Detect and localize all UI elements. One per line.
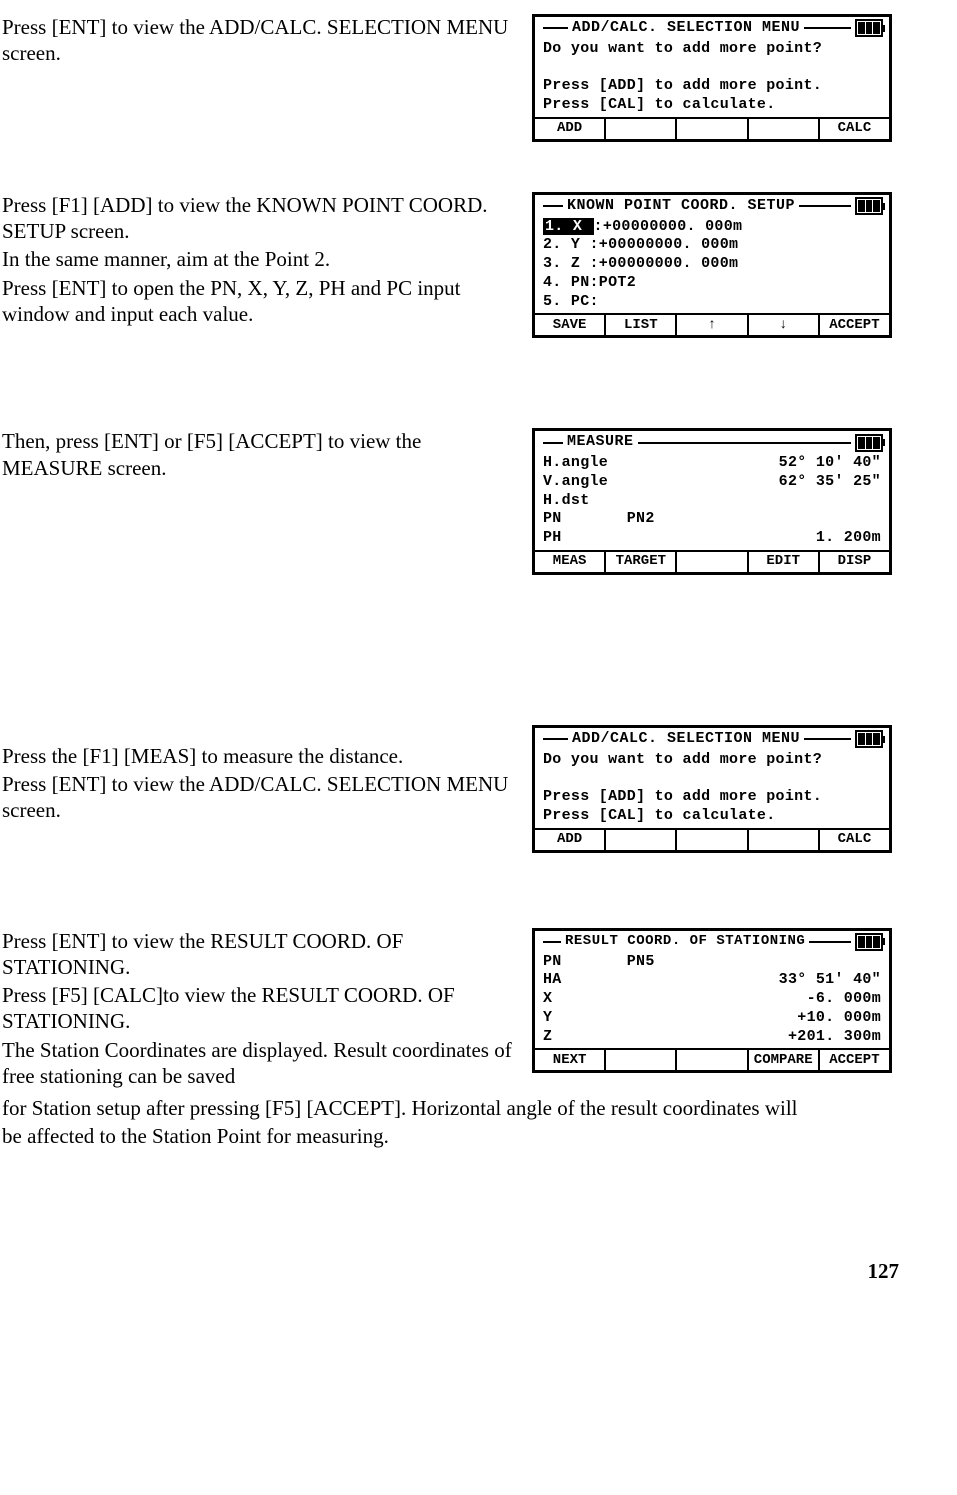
battery-icon [855,933,885,951]
lcd-line: X-6. 000m [543,990,881,1009]
lcd-title: RESULT COORD. OF STATIONING [565,933,805,951]
step-1-text: Press [ENT] to view the ADD/CALC. SELECT… [2,14,532,69]
lcd-result-coord: RESULT COORD. OF STATIONING PN PN5 HA33°… [532,928,892,1074]
lcd-line: PH1. 200m [543,529,881,548]
lcd-add-calc-menu-2: ADD/CALC. SELECTION MENU Do you want to … [532,725,892,853]
softkey-f5[interactable]: ACCEPT [820,1050,889,1070]
lcd-line: Do you want to add more point? [543,40,881,59]
softkey-f3[interactable] [677,830,748,850]
page-number: 127 [868,1259,900,1284]
lcd-line: Z+201. 300m [543,1028,881,1047]
instruction-text: Press [ENT] to open the PN, X, Y, Z, PH … [2,275,522,328]
instruction-text: In the same manner, aim at the Point 2. [2,246,522,272]
continuation-text: for Station setup after pressing [F5] [A… [2,1095,917,1150]
lcd-measure: MEASURE H.angle52° 10′ 40″ V.angle62° 35… [532,428,892,575]
instruction-text: Press [ENT] to view the ADD/CALC. SELECT… [2,14,522,67]
softkey-f3[interactable] [677,1050,748,1070]
instruction-text: be affected to the Station Point for mea… [2,1123,917,1149]
step-3-row: Then, press [ENT] or [F5] [ACCEPT] to vi… [2,428,917,575]
softkey-f3[interactable] [677,552,748,572]
softkey-f2[interactable] [606,1050,677,1070]
lcd-line: 4. PN:POT2 [543,274,881,293]
lcd-title: KNOWN POINT COORD. SETUP [567,197,795,216]
lcd-line: 2. Y :+00000000. 000m [543,236,881,255]
softkey-f2[interactable]: LIST [606,315,677,335]
softkey-row: MEAS TARGET EDIT DISP [535,550,889,572]
softkey-f1[interactable]: SAVE [535,315,606,335]
softkey-f4[interactable]: COMPARE [749,1050,820,1070]
instruction-text: Then, press [ENT] or [F5] [ACCEPT] to vi… [2,428,522,481]
lcd-line: PN PN2 [543,510,881,529]
lcd-line: HA33° 51′ 40″ [543,971,881,990]
lcd-line: Do you want to add more point? [543,751,881,770]
instruction-text: The Station Coordinates are displayed. R… [2,1037,522,1090]
softkey-f1[interactable]: ADD [535,119,606,139]
lcd-line: Press [ADD] to add more point. [543,788,881,807]
instruction-text: Press [F5] [CALC]to view the RESULT COOR… [2,982,522,1035]
step-5-row: Press [ENT] to view the RESULT COORD. OF… [2,928,917,1092]
softkey-f1[interactable]: NEXT [535,1050,606,1070]
softkey-f2[interactable] [606,119,677,139]
softkey-f5[interactable]: DISP [820,552,889,572]
step-2-row: Press [F1] [ADD] to view the KNOWN POINT… [2,192,917,339]
softkey-f2[interactable] [606,830,677,850]
softkey-f3[interactable] [677,119,748,139]
softkey-row: ADD CALC [535,828,889,850]
step-5-text: Press [ENT] to view the RESULT COORD. OF… [2,928,532,1092]
instruction-text: Press the [F1] [MEAS] to measure the dis… [2,743,522,769]
battery-icon [855,19,885,37]
lcd-line: H.angle52° 10′ 40″ [543,454,881,473]
softkey-f1[interactable]: ADD [535,830,606,850]
step-4-text: Press the [F1] [MEAS] to measure the dis… [2,725,532,826]
instruction-text: Press [ENT] to view the ADD/CALC. SELECT… [2,771,522,824]
softkey-f4[interactable] [749,119,820,139]
lcd-title: ADD/CALC. SELECTION MENU [572,730,800,749]
softkey-row: NEXT COMPARE ACCEPT [535,1048,889,1070]
lcd-line: 5. PC: [543,293,881,312]
softkey-f4[interactable] [749,830,820,850]
step-3-text: Then, press [ENT] or [F5] [ACCEPT] to vi… [2,428,532,483]
lcd-add-calc-menu-1: ADD/CALC. SELECTION MENU Do you want to … [532,14,892,142]
lcd-line: Press [CAL] to calculate. [543,807,881,826]
lcd-line: PN PN5 [543,953,881,972]
battery-icon [855,434,885,452]
lcd-line: Press [ADD] to add more point. [543,77,881,96]
softkey-f2[interactable]: TARGET [606,552,677,572]
lcd-line: Press [CAL] to calculate. [543,96,881,115]
step-4-row: Press the [F1] [MEAS] to measure the dis… [2,725,917,853]
instruction-text: Press [ENT] to view the RESULT COORD. OF… [2,928,522,981]
softkey-row: ADD CALC [535,117,889,139]
softkey-f5[interactable]: CALC [820,830,889,850]
lcd-title: MEASURE [567,433,634,452]
lcd-line: H.dst [543,492,881,511]
instruction-text: for Station setup after pressing [F5] [A… [2,1095,917,1121]
battery-icon [855,730,885,748]
lcd-known-point-coord: KNOWN POINT COORD. SETUP 1. X :+00000000… [532,192,892,339]
lcd-line: Y+10. 000m [543,1009,881,1028]
softkey-row: SAVE LIST ↑ ↓ ACCEPT [535,313,889,335]
battery-icon [855,197,885,215]
step-1-row: Press [ENT] to view the ADD/CALC. SELECT… [2,14,917,142]
softkey-f5[interactable]: CALC [820,119,889,139]
softkey-f3-up-arrow-icon[interactable]: ↑ [677,315,748,335]
lcd-line: V.angle62° 35′ 25″ [543,473,881,492]
lcd-title: ADD/CALC. SELECTION MENU [572,19,800,38]
lcd-line: 1. X :+00000000. 000m [543,218,881,237]
step-2-text: Press [F1] [ADD] to view the KNOWN POINT… [2,192,532,329]
instruction-text: Press [F1] [ADD] to view the KNOWN POINT… [2,192,522,245]
softkey-f4-down-arrow-icon[interactable]: ↓ [749,315,820,335]
softkey-f1[interactable]: MEAS [535,552,606,572]
softkey-f5[interactable]: ACCEPT [820,315,889,335]
lcd-line: 3. Z :+00000000. 000m [543,255,881,274]
softkey-f4[interactable]: EDIT [749,552,820,572]
